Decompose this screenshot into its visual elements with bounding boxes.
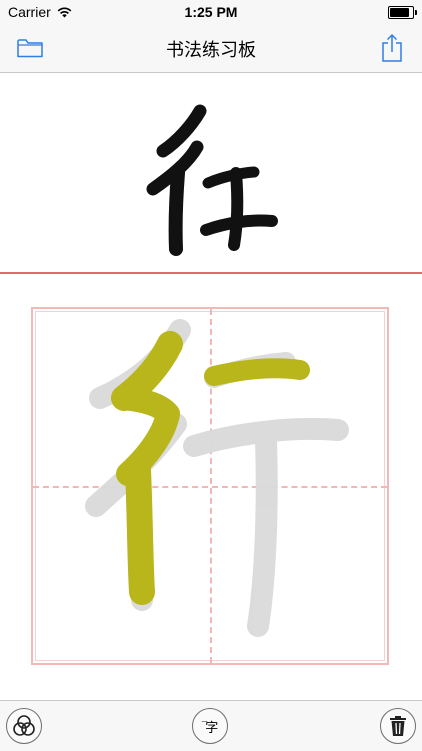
share-button[interactable] — [376, 32, 408, 64]
status-bar: Carrier 1:25 PM — [0, 0, 422, 24]
practice-strokes — [85, 319, 349, 637]
battery-icon — [388, 6, 417, 19]
character-select-button[interactable]: ¯ 字 — [192, 708, 228, 744]
character-select-label: 字 — [205, 720, 219, 736]
battery-fill — [390, 8, 409, 17]
calligraphy-character-xing-icon — [146, 104, 278, 256]
nav-bar: 书法练习板 — [0, 24, 422, 73]
clear-button[interactable] — [380, 708, 416, 744]
brush-color-button[interactable] — [6, 708, 42, 744]
status-time: 1:25 PM — [184, 4, 238, 20]
brush-color-circles-icon — [13, 715, 35, 736]
nav-title: 书法练习板 — [166, 40, 256, 60]
model-character-area — [0, 73, 422, 272]
bottom-toolbar: ¯ 字 — [0, 700, 422, 751]
practice-area[interactable] — [0, 274, 422, 700]
share-icon — [382, 33, 402, 62]
trash-icon — [390, 716, 406, 736]
battery-nub — [415, 10, 417, 15]
